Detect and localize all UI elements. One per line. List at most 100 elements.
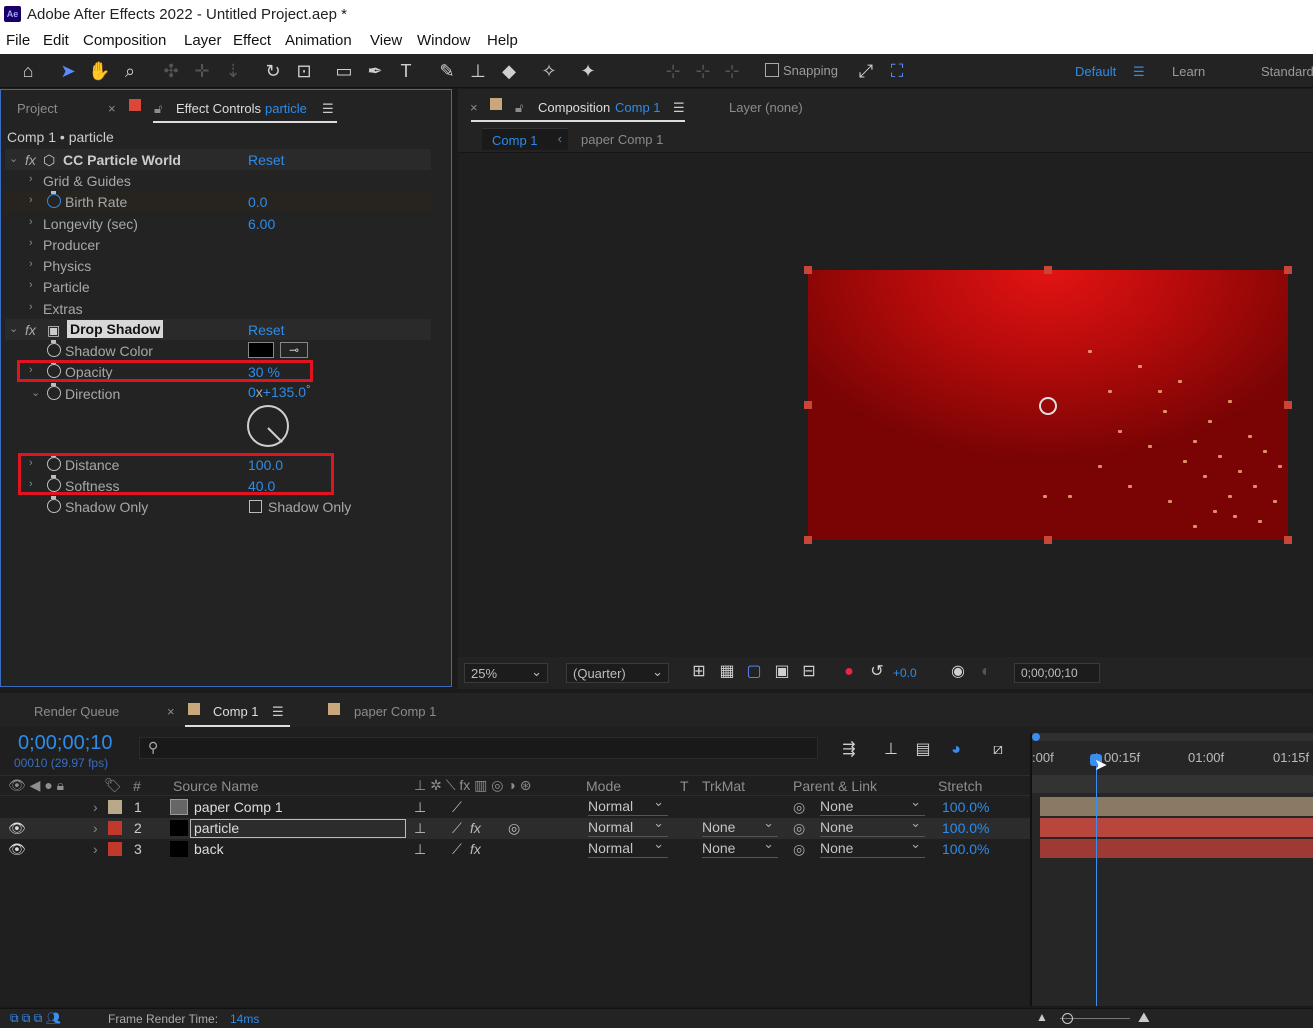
visibility-eye-icon[interactable]: 👁︎: [8, 841, 26, 858]
stopwatch-icon[interactable]: [47, 383, 61, 400]
quality-switch-icon[interactable]: ⟋: [452, 799, 462, 816]
local-axis-icon[interactable]: ⊹: [662, 60, 684, 82]
close-icon[interactable]: ×: [108, 101, 116, 116]
camera-snapshot-icon[interactable]: ◉: [947, 661, 969, 683]
eyedropper-icon[interactable]: ⊸: [280, 342, 308, 358]
layer-label-color[interactable]: [108, 821, 122, 835]
stretch-value[interactable]: 100.0%: [942, 841, 989, 857]
layer-handle[interactable]: [1284, 401, 1292, 409]
quality-switch-icon[interactable]: ⟋: [452, 820, 462, 837]
draft-3d-icon[interactable]: ⊥: [880, 739, 902, 761]
layer-name[interactable]: particle: [194, 820, 239, 836]
prop-producer[interactable]: › Producer: [5, 234, 431, 255]
shy-switch-icon[interactable]: ⊥: [414, 799, 426, 816]
channel-rgb-icon[interactable]: ●: [838, 661, 860, 683]
direction-dial[interactable]: [247, 405, 289, 447]
tab-composition[interactable]: Composition: [538, 100, 610, 115]
menu-layer[interactable]: Layer: [184, 32, 222, 49]
shadow-only-checkbox[interactable]: [249, 500, 262, 513]
parent-dropdown[interactable]: None: [820, 815, 925, 837]
pan-camera-icon[interactable]: ✛: [191, 60, 213, 82]
zoom-in-icon[interactable]: ⛰: [1138, 1009, 1150, 1026]
composition-canvas[interactable]: [808, 270, 1288, 540]
zoom-out-icon[interactable]: ▲: [1036, 1010, 1048, 1024]
layer-name[interactable]: back: [194, 841, 224, 857]
prop-extras[interactable]: › Extras: [5, 298, 431, 319]
grid-guides-icon[interactable]: ⊟: [798, 661, 820, 683]
home-icon[interactable]: ⌂: [17, 60, 39, 82]
menu-window[interactable]: Window: [417, 32, 470, 49]
layer-bar[interactable]: [1040, 797, 1313, 816]
comp-mini-flowchart-icon[interactable]: ⇶: [838, 739, 860, 761]
layer-bar[interactable]: [1040, 818, 1313, 837]
current-timecode[interactable]: 0;00;00;10: [18, 732, 113, 755]
trkmat-dropdown[interactable]: None: [702, 836, 778, 858]
prop-direction[interactable]: ⌄ Direction 0x+135.0°: [5, 383, 431, 404]
shy-switch-icon[interactable]: ⊥: [414, 841, 426, 858]
layer-switches-icons[interactable]: ⧉ ⧉ ⧉ 👥︎: [10, 1011, 61, 1026]
world-axis-icon[interactable]: ⊹: [692, 60, 714, 82]
prop-particle[interactable]: › Particle: [5, 276, 431, 297]
puppet-pin-icon[interactable]: ✦: [577, 60, 599, 82]
panel-menu-icon[interactable]: ☰: [673, 100, 685, 116]
prop-shadow-color[interactable]: Shadow Color ⊸: [5, 340, 431, 361]
layer-label-color[interactable]: [108, 842, 122, 856]
layer-handle[interactable]: [1284, 536, 1292, 544]
visibility-eye-icon[interactable]: 👁︎: [8, 820, 26, 837]
parent-dropdown[interactable]: None: [820, 794, 925, 816]
rotation-tool-icon[interactable]: ↻: [262, 60, 284, 82]
color-swatch[interactable]: [248, 342, 274, 358]
mode-dropdown[interactable]: Normal: [588, 815, 668, 837]
workspace-standard[interactable]: Standard: [1261, 64, 1313, 79]
menu-help[interactable]: Help: [487, 32, 518, 49]
prop-grid-guides[interactable]: › Grid & Guides: [5, 170, 431, 191]
layer-row[interactable]: 👁︎ › 2 particle ⊥ ⟋ fx ◎ Normal None ◎ N…: [0, 815, 1030, 839]
brush-tool-icon[interactable]: ✎: [436, 60, 458, 82]
lock-icon[interactable]: 🔓︎: [515, 100, 523, 116]
layer-name[interactable]: paper Comp 1: [194, 799, 283, 815]
type-tool-icon[interactable]: T: [395, 60, 417, 82]
direction-value[interactable]: 0x+135.0°: [248, 384, 310, 400]
tab-project[interactable]: Project: [17, 101, 57, 116]
birth-rate-value[interactable]: 0.0: [248, 194, 267, 210]
resolution-dropdown[interactable]: (Quarter) ⌄: [566, 663, 669, 683]
pan-behind-icon[interactable]: ⊡: [293, 60, 315, 82]
transparency-grid-icon[interactable]: ▦: [716, 661, 738, 683]
orbit-camera-icon[interactable]: ✣: [160, 60, 182, 82]
view-axis-icon[interactable]: ⊹: [721, 60, 743, 82]
prop-shadow-only[interactable]: Shadow Only Shadow Only: [5, 496, 431, 517]
layer-bar[interactable]: [1040, 839, 1313, 858]
fx-icon[interactable]: fx: [25, 152, 36, 168]
pickwhip-icon[interactable]: ◎: [793, 799, 805, 816]
mode-dropdown[interactable]: Normal: [588, 836, 668, 858]
stopwatch-icon[interactable]: [47, 340, 61, 357]
effect-header-cc-particle-world[interactable]: ⌄ fx ⬡ CC Particle World Reset: [5, 149, 431, 170]
panel-menu-icon[interactable]: ☰: [322, 101, 334, 117]
shy-switch-icon[interactable]: ⊥: [414, 820, 426, 837]
clone-stamp-icon[interactable]: ⊥: [467, 60, 489, 82]
menu-effect[interactable]: Effect: [233, 32, 271, 49]
zoom-dropdown[interactable]: 25% ⌄: [464, 663, 548, 683]
longevity-value[interactable]: 6.00: [248, 216, 275, 232]
close-icon[interactable]: ×: [167, 704, 175, 719]
hand-tool-icon[interactable]: ✋: [88, 60, 110, 82]
zoom-tool-icon[interactable]: ⌕: [119, 60, 141, 82]
safe-zones-icon[interactable]: ▣: [771, 661, 793, 683]
layer-handle[interactable]: [1044, 536, 1052, 544]
pickwhip-icon[interactable]: ◎: [793, 841, 805, 858]
motion-blur-switch-icon[interactable]: ◎: [508, 820, 520, 837]
effect-header-drop-shadow[interactable]: ⌄ fx ▣ Drop Shadow Reset: [5, 319, 431, 340]
tab-comp-1[interactable]: Comp 1: [213, 704, 259, 719]
time-graph[interactable]: :00f 00:15f 01:00f 01:15f ➤: [1030, 733, 1313, 1006]
snap-features-icon[interactable]: ⛶: [886, 60, 908, 82]
layer-handle[interactable]: [1284, 266, 1292, 274]
lock-icon[interactable]: 🔓︎: [154, 101, 162, 117]
roto-brush-icon[interactable]: ✧: [538, 60, 560, 82]
pen-tool-icon[interactable]: ✒: [364, 60, 386, 82]
fx-switch-icon[interactable]: fx: [470, 820, 481, 836]
prop-longevity[interactable]: › Longevity (sec) 6.00: [5, 213, 431, 234]
show-snapshot-icon[interactable]: ◐: [975, 661, 997, 683]
layer-row[interactable]: 👁︎ › 3 back ⊥ ⟋ fx Normal None ◎ None 10…: [0, 836, 1030, 860]
selection-tool-icon[interactable]: ➤: [57, 60, 79, 82]
zoom-slider-knob[interactable]: [1062, 1013, 1073, 1024]
